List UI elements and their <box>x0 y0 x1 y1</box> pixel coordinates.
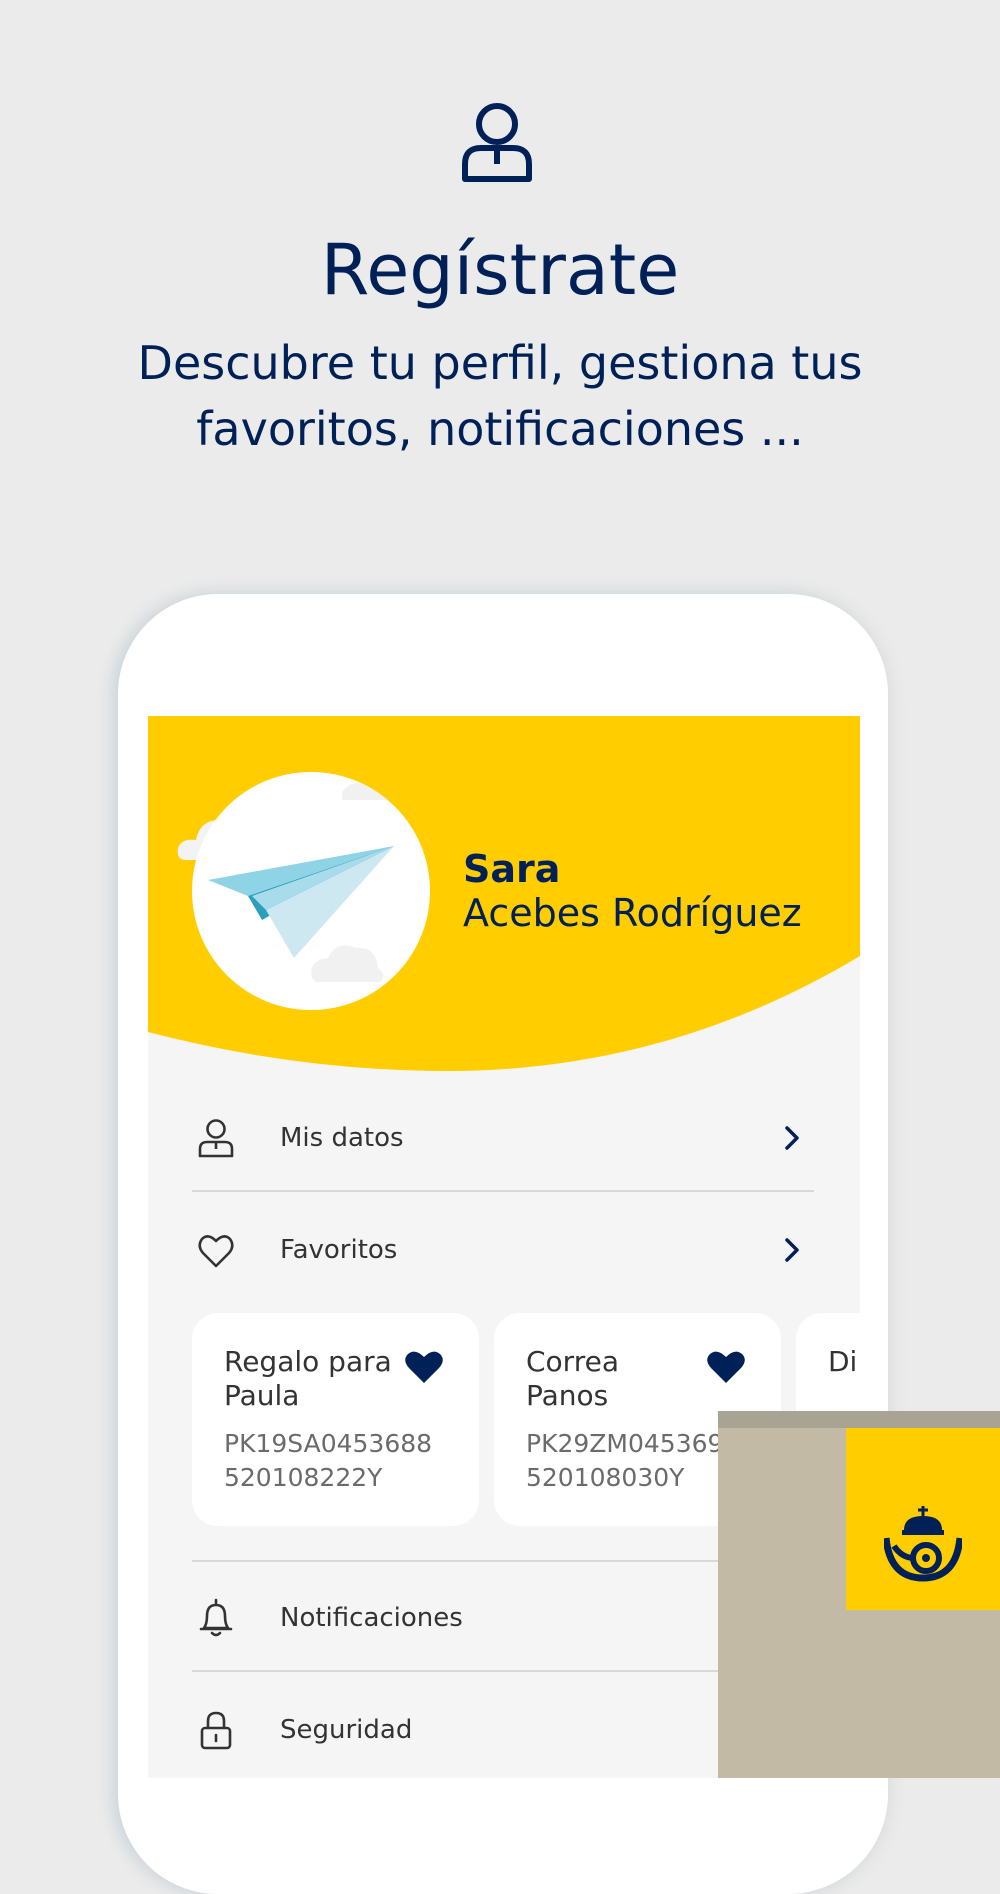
user-icon <box>462 103 532 182</box>
favorite-name: Regalo para Paula <box>224 1345 392 1412</box>
menu-item-label: Seguridad <box>280 1715 413 1745</box>
user-last-name: Acebes Rodríguez <box>463 891 802 935</box>
tracking-code: PK19SA0453688 520108222Y <box>224 1429 433 1492</box>
user-first-name: Sara <box>463 847 561 891</box>
favorite-name: Correa Panos <box>526 1345 619 1412</box>
lock-icon <box>200 1711 232 1750</box>
avatar <box>192 772 430 1010</box>
heart-filled-icon[interactable] <box>706 1349 746 1385</box>
correos-logo-icon <box>884 1506 962 1582</box>
brand-logo-tile <box>846 1428 1000 1610</box>
brand-corner <box>718 1411 1000 1778</box>
chevron-right-icon <box>785 1238 799 1262</box>
heart-filled-icon[interactable] <box>404 1349 444 1385</box>
page-subtitle: Descubre tu perfil, gestiona tus favorit… <box>137 336 863 456</box>
menu-item-label: Favoritos <box>280 1235 398 1265</box>
bell-icon <box>199 1598 233 1637</box>
chevron-right-icon <box>785 1126 799 1150</box>
favorite-name: Di en <box>828 1345 860 1378</box>
divider <box>192 1190 814 1192</box>
brand-corner-band <box>718 1411 1000 1428</box>
user-icon <box>198 1119 234 1158</box>
favorite-card[interactable]: Regalo para Paula PK19SA0453688 52010822… <box>192 1313 479 1526</box>
menu-item-favoritos[interactable]: Favoritos <box>192 1210 814 1290</box>
page-title: Regístrate <box>320 229 680 311</box>
heart-outline-icon <box>198 1235 234 1268</box>
menu-item-mis-datos[interactable]: Mis datos <box>192 1098 814 1178</box>
menu-item-label: Mis datos <box>280 1123 404 1153</box>
paper-plane-icon <box>208 783 394 982</box>
menu-item-label: Notificaciones <box>280 1603 463 1633</box>
